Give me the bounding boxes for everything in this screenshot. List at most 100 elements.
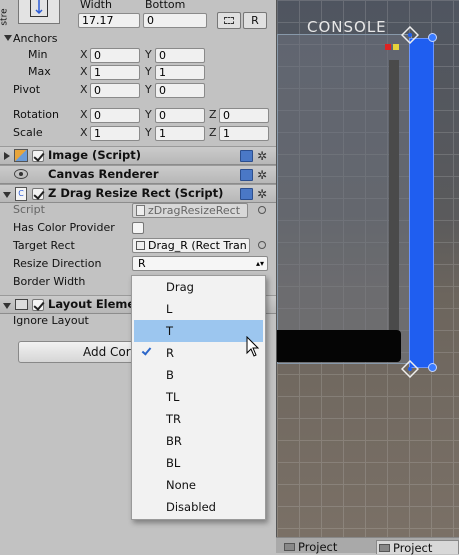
- bottom-label: Bottom: [145, 0, 186, 11]
- has-color-provider-label: Has Color Provider: [13, 221, 115, 234]
- drag-resize-header[interactable]: C Z Drag Resize Rect (Script) ✲: [0, 184, 276, 203]
- anchor-preset-button[interactable]: [18, 0, 60, 24]
- folder-icon: [379, 544, 390, 552]
- axis-x-label: X: [80, 65, 88, 78]
- axis-x-label: X: [80, 108, 88, 121]
- image-icon: [14, 149, 28, 162]
- scale-y-field[interactable]: 1: [155, 126, 205, 141]
- add-component-label: Add Cor: [83, 345, 131, 359]
- gear-icon[interactable]: ✲: [257, 150, 267, 162]
- image-component-header[interactable]: Image (Script) ✲: [0, 146, 276, 165]
- axis-y-label: Y: [145, 83, 152, 96]
- anchors-max-y-field[interactable]: 1: [155, 65, 205, 80]
- axis-z-label: Z: [209, 126, 217, 139]
- resize-direction-dropdown[interactable]: R ▴▾: [132, 256, 268, 271]
- scale-z-field[interactable]: 1: [219, 126, 269, 141]
- rotation-label: Rotation: [13, 108, 60, 121]
- anchor-preset-icon: [30, 0, 48, 17]
- image-enabled-checkbox[interactable]: [32, 150, 44, 162]
- help-book-icon[interactable]: [240, 169, 253, 181]
- scale-label: Scale: [13, 126, 43, 139]
- width-field[interactable]: 17.17: [78, 13, 140, 28]
- gear-icon[interactable]: ✲: [257, 188, 267, 200]
- foldout-open-icon[interactable]: [3, 192, 11, 198]
- script-value: zDragResizeRect: [148, 204, 241, 217]
- dropdown-arrows-icon: ▴▾: [255, 259, 264, 268]
- axis-x-label: X: [80, 126, 88, 139]
- eye-icon: [14, 169, 28, 179]
- axis-y-label: Y: [145, 48, 152, 61]
- menu-item-drag[interactable]: Drag: [132, 276, 265, 298]
- console-input-bar[interactable]: [277, 330, 401, 362]
- resize-direction-value: R: [138, 257, 146, 270]
- dotted-rect-icon: [224, 17, 234, 24]
- anchors-max-x-field[interactable]: 1: [90, 65, 140, 80]
- menu-item-none[interactable]: None: [132, 474, 265, 496]
- object-picker-icon[interactable]: [258, 241, 266, 249]
- yellow-handle-icon: [393, 44, 399, 50]
- axis-z-label: Z: [209, 108, 217, 121]
- canvas-renderer-header[interactable]: Canvas Renderer ✲: [0, 165, 276, 184]
- menu-item-l[interactable]: L: [132, 298, 265, 320]
- anchors-min-x-field[interactable]: 0: [90, 48, 140, 63]
- menu-item-br[interactable]: BR: [132, 430, 265, 452]
- anchors-foldout[interactable]: [4, 35, 12, 41]
- tab-project-2[interactable]: Project: [376, 540, 459, 555]
- rect-transform-icon: [136, 241, 145, 250]
- drag-resize-title: Z Drag Resize Rect (Script): [48, 186, 224, 200]
- script-file-icon: C: [15, 187, 27, 201]
- help-book-icon[interactable]: [240, 150, 253, 162]
- gear-icon[interactable]: ✲: [257, 169, 267, 181]
- rotation-x-field[interactable]: 0: [90, 108, 140, 123]
- axis-x-label: X: [80, 83, 88, 96]
- corner-handle[interactable]: [428, 33, 437, 42]
- script-field: zDragResizeRect: [132, 203, 248, 218]
- pivot-x-field[interactable]: 0: [90, 83, 140, 98]
- axis-y-label: Y: [145, 126, 152, 139]
- canvas-renderer-title: Canvas Renderer: [48, 167, 159, 181]
- script-file-icon: [136, 205, 145, 216]
- foldout-arrow-icon[interactable]: [4, 152, 10, 160]
- tab-project-1[interactable]: Project: [282, 540, 372, 554]
- pivot-handle-icon[interactable]: [400, 25, 420, 45]
- raw-edit-button[interactable]: R: [243, 12, 267, 29]
- drag-resize-enabled-checkbox[interactable]: [32, 188, 44, 200]
- scene-view[interactable]: CONSOLE: [276, 0, 459, 537]
- pivot-handle-icon[interactable]: [400, 359, 420, 379]
- target-rect-label: Target Rect: [13, 239, 75, 252]
- border-width-label: Border Width: [13, 275, 86, 288]
- menu-item-bl[interactable]: BL: [132, 452, 265, 474]
- bottom-tab-bar: Project Project: [276, 537, 459, 555]
- scale-x-field[interactable]: 1: [90, 126, 140, 141]
- script-label: Script: [13, 203, 45, 216]
- anchors-min-y-field[interactable]: 0: [155, 48, 205, 63]
- layout-element-title: Layout Eleme: [48, 297, 136, 311]
- rotation-z-field[interactable]: 0: [219, 108, 269, 123]
- pivot-label: Pivot: [13, 83, 41, 96]
- help-book-icon[interactable]: [240, 188, 253, 200]
- menu-item-disabled[interactable]: Disabled: [132, 496, 265, 518]
- menu-item-tl[interactable]: TL: [132, 386, 265, 408]
- axis-y-label: Y: [145, 108, 152, 121]
- red-handle-icon: [385, 44, 391, 50]
- menu-item-tr[interactable]: TR: [132, 408, 265, 430]
- anchors-min-label: Min: [28, 48, 48, 61]
- pivot-y-field[interactable]: 0: [155, 83, 205, 98]
- menu-item-b[interactable]: B: [132, 364, 265, 386]
- anchors-label: Anchors: [13, 32, 58, 45]
- foldout-open-icon[interactable]: [3, 303, 11, 309]
- drag-r-rect[interactable]: [409, 38, 434, 368]
- corner-handle[interactable]: [428, 363, 437, 372]
- layout-element-checkbox[interactable]: [32, 299, 44, 311]
- menu-item-t[interactable]: T: [134, 320, 263, 342]
- bottom-field[interactable]: 0: [143, 13, 207, 28]
- axis-y-label: Y: [145, 65, 152, 78]
- ignore-layout-label: Ignore Layout: [13, 314, 89, 327]
- blueprint-button[interactable]: [217, 12, 241, 29]
- has-color-provider-checkbox[interactable]: [132, 222, 144, 234]
- rotation-y-field[interactable]: 0: [155, 108, 205, 123]
- target-rect-field[interactable]: Drag_R (Rect Tran: [132, 238, 250, 253]
- console-scrollbar[interactable]: [389, 60, 399, 330]
- stretch-label: stre: [0, 8, 10, 26]
- object-picker-icon[interactable]: [258, 206, 266, 214]
